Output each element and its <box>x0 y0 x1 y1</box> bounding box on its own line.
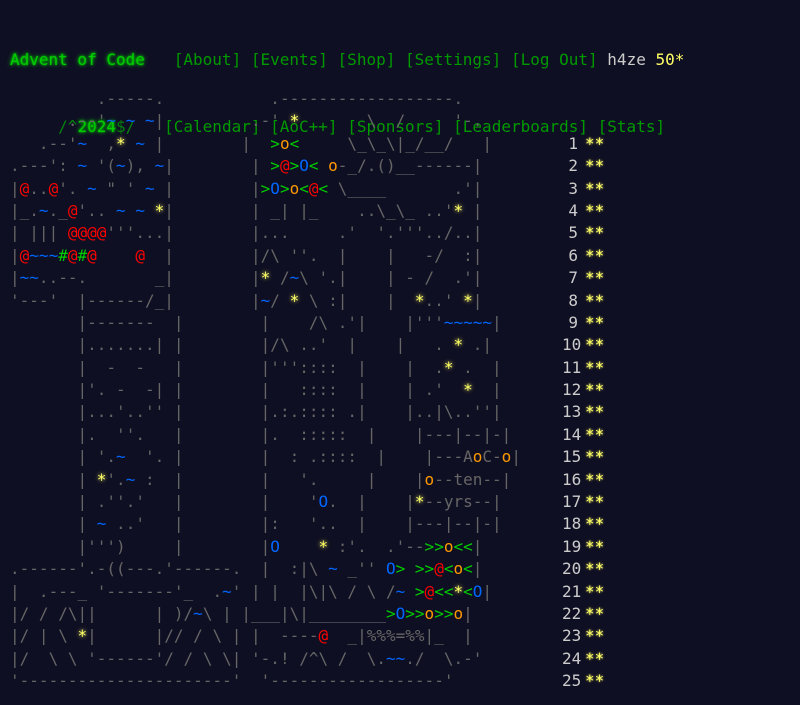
day-number: 19 <box>562 536 582 556</box>
calendar-art: |''') | |O * :'. .'-->>o<<| <box>77 536 483 556</box>
day-stars: ** <box>585 424 605 444</box>
day-stars: ** <box>585 380 605 400</box>
calendar-art: |/ \ \ '------'/ / \ \| '-.! /^\ / \.~~.… <box>10 648 483 668</box>
calendar-art: |@~~~#@#@ @ | |/\ ''. | | -/ :| <box>10 245 483 265</box>
calendar-art: |~~..--. _| |* /~\ '.| | - / .'| <box>10 268 483 288</box>
day-stars: ** <box>585 200 605 220</box>
nav-about-link[interactable]: [About] <box>174 50 241 69</box>
day-number: 14 <box>562 424 582 444</box>
day-number: 2 <box>568 156 578 176</box>
calendar-art: | ||| @@@@'''...| |... .' '.'''../..| <box>10 223 483 243</box>
day-number: 11 <box>562 357 582 377</box>
day-stars: ** <box>585 648 605 668</box>
calendar-art: .--'~ ,* ~ | | >o< \_\_\|_/__/ | <box>38 133 493 153</box>
star-score: 50* <box>655 49 685 69</box>
day-stars: ** <box>585 178 605 198</box>
day-number: 23 <box>562 626 582 646</box>
header-row-top: Advent of Code [About] [Events] [Shop] [… <box>10 49 684 71</box>
day-number: 8 <box>568 290 578 310</box>
calendar-art: '---' |------/_| |~/ * \ :| | *..' *| <box>10 290 483 310</box>
calendar-art: '----------------------' '--------------… <box>10 671 454 691</box>
calendar-art: |/ | \ *| |// / \ | | ----@ _|%%%=%%|_ | <box>10 626 473 646</box>
day-number: 18 <box>562 514 582 534</box>
calendar-art: |...'..'' | |.:.:::: .| |..|\..''| <box>77 402 502 422</box>
calendar-art: |/ / /\|| | )/~\ | |___|\|________>O>>o>… <box>10 603 473 623</box>
nav-logout-link[interactable]: [Log Out] <box>511 50 598 69</box>
day-stars: ** <box>585 268 605 288</box>
day-stars: ** <box>585 492 605 512</box>
calendar-art: |. ''. | |. ::::: | |---|--|-| <box>77 424 512 444</box>
day-stars: ** <box>585 245 605 265</box>
day-stars: ** <box>585 581 605 601</box>
day-number: 4 <box>568 200 578 220</box>
day-number: 25 <box>562 671 582 691</box>
day-number: 16 <box>562 469 582 489</box>
nav-shop-link[interactable]: [Shop] <box>338 50 396 69</box>
day-number: 6 <box>568 245 578 265</box>
calendar-art: | .''.' | | 'O. | |*--yrs--| <box>77 492 502 512</box>
site-title-link[interactable]: Advent of Code <box>10 50 145 69</box>
calendar-art: | '.~ '. | | : .:::: | |---AoC-o| <box>77 447 521 467</box>
day-number: 10 <box>562 335 582 355</box>
day-stars: ** <box>585 357 605 377</box>
calendar-art: | .---_ '-------'_ .~' | | |\|\ / \ /~ >… <box>10 581 493 601</box>
calendar-art: |'. - -| | | :::: | | .' * | <box>77 380 502 400</box>
day-number: 15 <box>562 447 582 467</box>
day-stars: ** <box>585 223 605 243</box>
day-number: 5 <box>568 223 578 243</box>
calendar-art: .-----. .------------------. <box>96 89 464 108</box>
day-number: 7 <box>568 268 578 288</box>
username: h4ze <box>607 49 646 69</box>
nav-settings-link[interactable]: [Settings] <box>405 50 501 69</box>
day-stars: ** <box>585 626 605 646</box>
day-stars: ** <box>585 447 605 467</box>
day-number: 17 <box>562 492 582 512</box>
calendar-art: .---': ~ '(~), ~| | >@>O< o-_/.()__-----… <box>10 156 483 176</box>
calendar-art: |@..@'. ~ " ' ~ | |>O>o<@< \____ .'| <box>10 178 483 198</box>
day-stars: ** <box>585 671 605 691</box>
day-stars: ** <box>585 536 605 556</box>
day-stars: ** <box>585 402 605 422</box>
calendar-art: | - - | |''':::: | | .* . | <box>77 357 502 377</box>
day-number: 3 <box>568 178 578 198</box>
day-number: 22 <box>562 603 582 623</box>
day-stars: ** <box>585 312 605 332</box>
day-number: 12 <box>562 380 582 400</box>
day-number: 13 <box>562 402 582 422</box>
day-stars: ** <box>585 335 605 355</box>
day-number: 1 <box>568 133 578 153</box>
day-stars: ** <box>585 290 605 310</box>
day-number: 20 <box>562 559 582 579</box>
calendar-art: |------- | | /\ .'| |'''~~~~~| <box>77 312 502 332</box>
calendar-art: |_.~._@'.. ~ ~ *| | _| |_ ..\_\_ ..'* | <box>10 200 483 220</box>
calendar-art: | ~ ..' | |: '.. | |---|--|-| <box>77 514 502 534</box>
day-number: 24 <box>562 648 582 668</box>
calendar-art: | *'.~ : | | '. | |o--ten--| <box>77 469 512 489</box>
calendar-art: .------'.-((---.'------. | :|\ ~ _'' O> … <box>10 559 483 579</box>
day-stars: ** <box>585 156 605 176</box>
day-number: 21 <box>562 581 582 601</box>
day-stars: ** <box>585 559 605 579</box>
calendar-art: |.......| | |/\ ..' | | . * .| <box>77 335 493 355</box>
day-stars: ** <box>585 469 605 489</box>
calendar-art: .--'~ ~ ~| .-' * \ / '-. <box>67 111 483 131</box>
day-number: 9 <box>568 312 578 332</box>
nav-stats-link[interactable]: [Stats] <box>598 117 665 136</box>
nav-events-link[interactable]: [Events] <box>251 50 328 69</box>
day-stars: ** <box>585 133 605 153</box>
day-stars: ** <box>585 514 605 534</box>
day-stars: ** <box>585 603 605 623</box>
